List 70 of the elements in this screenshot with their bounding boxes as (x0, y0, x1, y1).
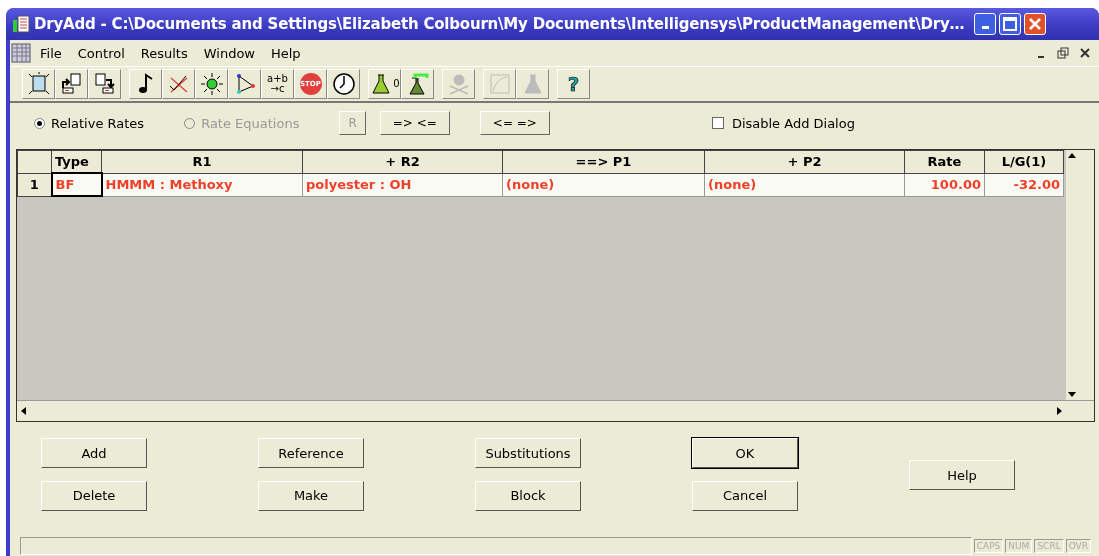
column-header[interactable]: L/G(1) (984, 150, 1064, 173)
table-cell: HMMM : Methoxy (101, 173, 303, 196)
toolbar-button[interactable]: a+b →c (261, 69, 294, 99)
table-cell: BF (51, 173, 102, 196)
column-header[interactable]: Rate (904, 150, 985, 173)
new-document-icon (26, 72, 51, 96)
toolbar-button[interactable] (55, 69, 88, 99)
minimize-icon (1038, 56, 1044, 58)
scroll-left-icon[interactable] (19, 405, 29, 417)
import-icon (59, 72, 84, 96)
horizontal-scrollbar[interactable] (17, 400, 1094, 421)
minimize-button[interactable] (974, 13, 997, 35)
status-indicator: NUM (1005, 539, 1033, 553)
curve-chart-icon (487, 72, 512, 96)
close-icon (1080, 48, 1090, 58)
toolbar-button[interactable] (129, 69, 162, 99)
option-button[interactable]: => <= (379, 111, 450, 135)
scroll-right-icon[interactable] (1054, 405, 1064, 417)
toolbar-button[interactable] (401, 69, 434, 99)
menu-item[interactable]: Results (132, 45, 196, 61)
radio-label: Relative Rates (51, 115, 145, 131)
menu-item[interactable]: Help (263, 45, 309, 61)
toolbar-button[interactable] (327, 69, 360, 99)
toolbar-button[interactable]: 0 (368, 69, 401, 99)
toolbar-button[interactable] (228, 69, 261, 99)
status-indicator: SCRL (1034, 539, 1064, 553)
dialog-button[interactable]: Reference (258, 438, 364, 468)
option-button[interactable]: <= => (479, 111, 550, 135)
maximize-icon (1003, 17, 1018, 31)
column-header[interactable]: + P2 (704, 150, 905, 173)
radio-button[interactable] (34, 117, 45, 129)
dialog-button[interactable]: Cancel (692, 480, 798, 511)
toolbar-button[interactable] (195, 69, 228, 99)
status-indicator: OVR (1065, 539, 1091, 553)
column-header[interactable]: R1 (101, 150, 303, 173)
menu-item[interactable]: Control (69, 45, 133, 61)
app-icon (12, 15, 30, 33)
window-title: DryAdd - C:\Documents and Settings\Elizabeth Colbourn\My Documents\Intelligensys\ProductManagement\Dry… (34, 15, 965, 33)
export-icon (92, 72, 117, 96)
dialog-button[interactable]: Make (258, 480, 364, 511)
dialog-button[interactable]: Help (909, 460, 1015, 490)
close-button[interactable] (1024, 13, 1047, 35)
subscript-label: 0 (393, 79, 400, 89)
close-icon (1029, 18, 1042, 30)
checkbox[interactable] (711, 117, 724, 129)
dialog-button[interactable]: Substitutions (475, 438, 581, 468)
radio-label: Rate Equations (201, 115, 300, 131)
maximize-button[interactable] (999, 13, 1022, 35)
dialog-button[interactable]: Delete (41, 480, 147, 511)
row-header[interactable]: 1 (17, 173, 52, 196)
menu-item[interactable]: Window (195, 45, 263, 61)
clock-icon (331, 72, 356, 96)
minimize-icon (981, 26, 989, 29)
dialog-button[interactable]: OK (692, 438, 798, 468)
table-cell: (none) (502, 173, 705, 196)
toolbar-button[interactable] (88, 69, 121, 99)
sun-icon (199, 72, 224, 96)
table-cell: polyester : OH (302, 173, 503, 196)
status-indicator: CAPS (973, 539, 1004, 553)
document-icon[interactable] (10, 43, 32, 63)
vertical-scrollbar[interactable] (1066, 150, 1094, 400)
checkbox-label: Disable Add Dialog (731, 115, 855, 131)
menu-item[interactable]: File (32, 45, 70, 61)
column-header[interactable]: ==> P1 (502, 150, 705, 173)
dialog-button[interactable]: Block (475, 480, 581, 511)
column-header[interactable]: + R2 (302, 150, 503, 173)
dialog-button[interactable]: Add (41, 438, 147, 468)
restore-icon (1057, 47, 1069, 59)
table-cell: (none) (704, 173, 905, 196)
corner-cell (17, 150, 52, 173)
